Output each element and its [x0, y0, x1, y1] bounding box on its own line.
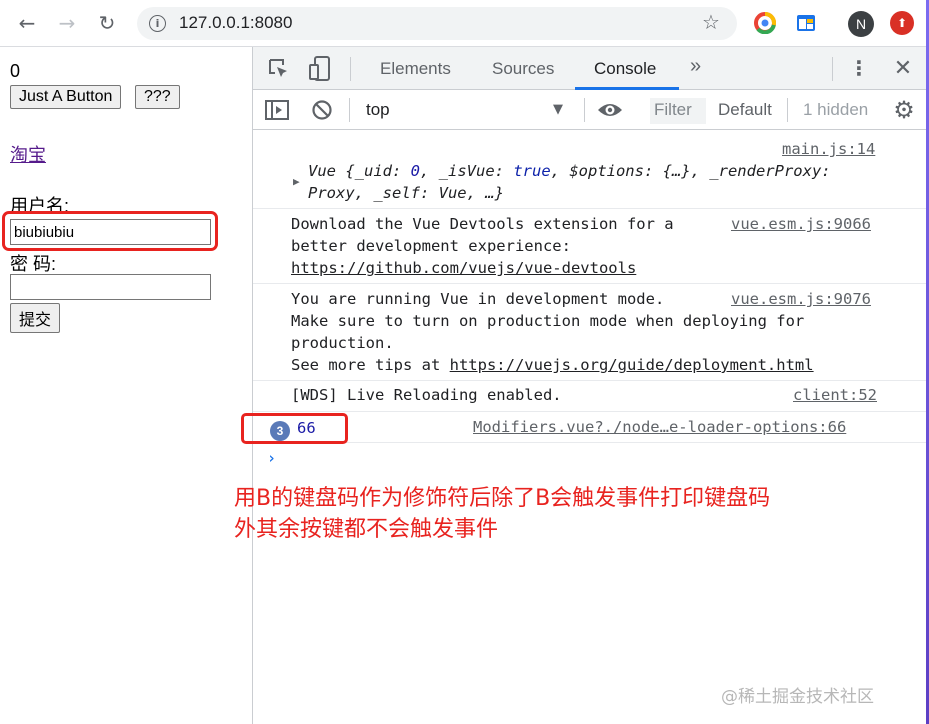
- bookmark-star-icon[interactable]: ☆: [702, 10, 720, 34]
- back-icon[interactable]: ←: [14, 10, 40, 36]
- settings-gear-icon[interactable]: ⚙: [891, 96, 917, 124]
- expand-triangle-icon[interactable]: ▶: [293, 175, 300, 188]
- taobao-link[interactable]: 淘宝: [10, 141, 46, 167]
- profile-avatar[interactable]: N: [848, 11, 874, 37]
- annotation-line-2: 外其余按键都不会触发事件: [234, 517, 499, 542]
- watermark: @稀土掘金技术社区: [721, 687, 874, 707]
- context-selector[interactable]: top: [366, 100, 390, 120]
- console-message: Download the Vue Devtools extension for …: [253, 209, 929, 284]
- password-input[interactable]: [10, 274, 211, 300]
- more-tabs-button[interactable]: »: [690, 55, 701, 78]
- divider: [787, 98, 788, 122]
- vue-object-line[interactable]: Vue {_uid: 0, _isVue: true, $options: {……: [308, 162, 831, 180]
- context-dropdown-icon[interactable]: ▼: [553, 102, 563, 117]
- browser-toolbar: ← → ↻ i 127.0.0.1:8080 ☆ N ⬆: [0, 0, 929, 47]
- message-text: production.: [291, 334, 394, 352]
- counter-value: 0: [10, 61, 21, 81]
- message-text: Download the Vue Devtools extension for …: [291, 215, 674, 233]
- console-message: main.js:14 ▶ Vue {_uid: 0, _isVue: true,…: [253, 131, 929, 209]
- divider: [584, 98, 585, 122]
- page-content: 0 Just A Button ??? 淘宝 用户名: 密 码: 提交: [0, 47, 252, 724]
- live-expression-eye-icon[interactable]: [596, 100, 624, 120]
- deployment-link[interactable]: https://vuejs.org/guide/deployment.html: [450, 356, 814, 374]
- console-output: main.js:14 ▶ Vue {_uid: 0, _isVue: true,…: [253, 131, 929, 724]
- log-levels-dropdown[interactable]: Default levels: [718, 100, 774, 120]
- message-text: better development experience:: [291, 237, 571, 255]
- tab-console[interactable]: Console: [594, 59, 656, 79]
- console-prompt[interactable]: ›: [267, 449, 276, 467]
- console-filterbar: top ▼ Filter Default levels 1 hidden ⚙: [253, 90, 929, 130]
- tab-elements[interactable]: Elements: [380, 59, 451, 79]
- password-label: 密 码:: [10, 254, 57, 274]
- devtools-panel: Elements Sources Console » ⋮ ✕ top ▼ Fil…: [252, 47, 929, 724]
- divider: [349, 98, 350, 122]
- filter-input[interactable]: Filter: [650, 98, 706, 124]
- vue-object-line-2: Proxy, _self: Vue, …}: [308, 184, 504, 202]
- sidebar-toggle-icon[interactable]: [265, 99, 289, 121]
- info-icon[interactable]: i: [149, 15, 166, 32]
- source-link[interactable]: Modifiers.vue?./node…e-loader-options:66: [473, 418, 846, 436]
- url-text: 127.0.0.1:8080: [179, 13, 293, 32]
- clear-console-icon[interactable]: [311, 99, 333, 121]
- message-text-with-link: See more tips at https://vuejs.org/guide…: [291, 356, 814, 374]
- source-link[interactable]: client:52: [793, 386, 877, 404]
- divider: [832, 57, 833, 81]
- console-message: [WDS] Live Reloading enabled. client:52: [253, 381, 929, 412]
- question-button[interactable]: ???: [135, 85, 180, 109]
- forward-icon[interactable]: →: [54, 10, 80, 36]
- inspect-element-icon[interactable]: [267, 57, 291, 81]
- message-text: Make sure to turn on production mode whe…: [291, 312, 805, 330]
- hidden-count: 1 hidden: [803, 100, 869, 119]
- source-link[interactable]: vue.esm.js:9076: [731, 290, 871, 308]
- annotation-line-1: 用B的键盘码作为修饰符后除了B会触发事件打印键盘码: [234, 486, 771, 511]
- source-link[interactable]: vue.esm.js:9066: [731, 215, 871, 233]
- console-message: You are running Vue in development mode.…: [253, 284, 929, 381]
- divider: [350, 57, 351, 81]
- reload-icon[interactable]: ↻: [94, 10, 120, 36]
- window-extension-icon[interactable]: [795, 12, 817, 34]
- chrome-extension-icon[interactable]: [754, 12, 776, 34]
- tab-sources[interactable]: Sources: [492, 59, 554, 79]
- device-toolbar-icon[interactable]: [308, 56, 332, 82]
- devtools-link[interactable]: https://github.com/vuejs/vue-devtools: [291, 259, 636, 277]
- address-bar[interactable]: i 127.0.0.1:8080: [137, 7, 737, 40]
- submit-button[interactable]: 提交: [10, 303, 61, 333]
- username-highlight-box: [2, 211, 218, 251]
- console-message: 3 66 Modifiers.vue?./node…e-loader-optio…: [253, 412, 929, 443]
- source-link[interactable]: main.js:14: [782, 140, 875, 158]
- log-highlight-box: [241, 413, 348, 444]
- devtools-tabbar: Elements Sources Console » ⋮ ✕: [253, 47, 929, 90]
- message-text: [WDS] Live Reloading enabled.: [291, 386, 562, 404]
- update-icon[interactable]: ⬆: [890, 11, 914, 35]
- kebab-menu-icon[interactable]: ⋮: [849, 56, 869, 80]
- message-text: You are running Vue in development mode.: [291, 290, 665, 308]
- just-a-button[interactable]: Just A Button: [10, 85, 122, 109]
- close-icon[interactable]: ✕: [891, 56, 915, 81]
